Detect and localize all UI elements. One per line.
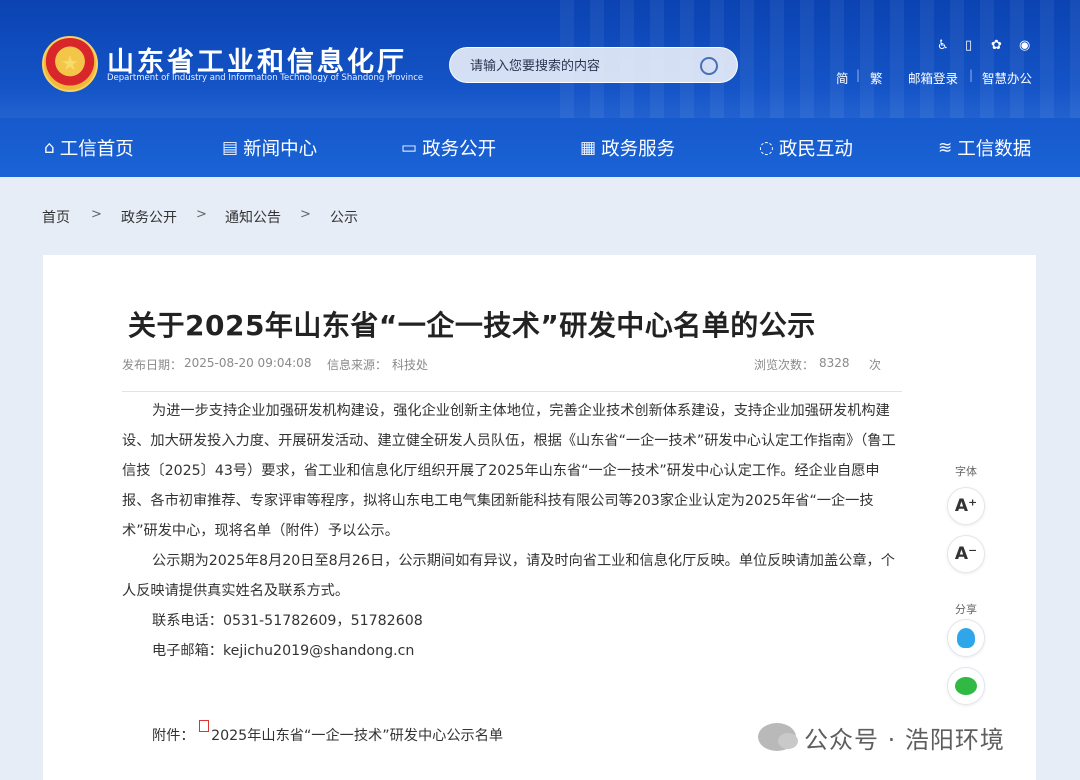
breadcrumb-chevron-icon: > <box>300 207 311 222</box>
main-nav: ⌂ 工信首页 ▤ 新闻中心 ▭ 政务公开 ▦ 政务服务 ◌ 政民互动 ≋ 工信数… <box>0 118 1080 177</box>
search-box[interactable] <box>449 47 738 83</box>
link-mail-login[interactable]: 邮箱登录 <box>908 68 958 87</box>
article-card: 关于2025年山东省“一企一技术”研发中心名单的公示 发布日期： 2025-08… <box>43 255 1036 780</box>
nav-item-label: 政务服务 <box>601 139 676 160</box>
views-unit: 次 <box>869 358 882 372</box>
nav-item-label: 新闻中心 <box>243 139 318 160</box>
wechat-share-icon <box>955 677 977 695</box>
nav-item-news[interactable]: ▤ 新闻中心 <box>222 135 317 161</box>
font-increase-button[interactable]: A⁺ <box>947 487 985 525</box>
mobile-icon[interactable]: ▯ <box>965 38 972 53</box>
nav-item-gov-service[interactable]: ▦ 政务服务 <box>580 135 675 161</box>
nav-item-label: 政务公开 <box>422 139 497 160</box>
article-paragraph: 公示期为2025年8月20日至8月26日，公示期间如有异议，请及时向省工业和信息… <box>122 553 895 599</box>
watermark-text: 公众号 · 浩阳环境 <box>804 725 1005 754</box>
weibo-icon[interactable]: ◉ <box>1019 38 1030 53</box>
meta-divider <box>122 391 902 392</box>
breadcrumb-chevron-icon: > <box>196 207 207 222</box>
link-separator: | <box>856 68 861 82</box>
link-simplified[interactable]: 简 <box>836 68 849 87</box>
publish-label: 发布日期： <box>122 358 183 372</box>
link-traditional[interactable]: 繁 <box>870 68 883 87</box>
article-body: 为进一步支持企业加强研发机构建设，强化企业创新主体地位，完善企业技术创新体系建设… <box>122 396 904 666</box>
source-value: 科技处 <box>392 358 429 372</box>
nav-item-label: 工信数据 <box>957 139 1032 160</box>
link-smart-office[interactable]: 智慧办公 <box>982 68 1032 87</box>
qq-icon <box>957 628 975 648</box>
nav-item-label: 政民互动 <box>778 139 853 160</box>
nav-item-home[interactable]: ⌂ 工信首页 <box>44 135 134 161</box>
national-emblem-icon[interactable]: ★ <box>42 36 98 92</box>
breadcrumb-home[interactable]: 首页 <box>42 207 70 227</box>
site-header: ★ 山东省工业和信息化厅 Department of Industry and … <box>0 0 1080 177</box>
wechat-icon[interactable]: ✿ <box>991 38 1002 53</box>
news-icon: ▤ <box>222 138 239 158</box>
nav-item-gov-open[interactable]: ▭ 政务公开 <box>401 135 496 161</box>
attachment-link[interactable]: 2025年山东省“一企一技术”研发中心公示名单 <box>211 728 503 744</box>
attachment-label: 附件： <box>152 728 195 744</box>
top-icons: ♿ ▯ ✿ ◉ <box>937 38 1037 56</box>
monitor-icon: ▭ <box>401 138 418 158</box>
contact-phone: 联系电话：0531-51782609，51782608 <box>152 613 423 629</box>
breadcrumb-gov-open[interactable]: 政务公开 <box>121 207 177 227</box>
attachment: 附件： 2025年山东省“一企一技术”研发中心公示名单 <box>152 720 503 745</box>
views-label: 浏览次数： <box>754 358 815 372</box>
chat-icon: ◌ <box>759 138 774 158</box>
wechat-watermark-icon <box>758 723 798 751</box>
service-icon: ▦ <box>580 138 597 158</box>
views-count: 8328 <box>819 356 850 370</box>
search-icon[interactable] <box>700 57 718 75</box>
search-input[interactable] <box>470 56 690 76</box>
share-qq-button[interactable] <box>947 619 985 657</box>
site-subtitle: Department of Industry and Information T… <box>107 73 424 83</box>
article-paragraph: 为进一步支持企业加强研发机构建设，强化企业创新主体地位，完善企业技术创新体系建设… <box>122 403 896 539</box>
breadcrumb-chevron-icon: > <box>91 207 102 222</box>
share-label: 分享 <box>955 603 977 616</box>
nav-item-interaction[interactable]: ◌ 政民互动 <box>759 135 853 161</box>
pdf-icon <box>199 720 210 732</box>
breadcrumb-current[interactable]: 公示 <box>330 207 358 227</box>
home-icon: ⌂ <box>44 138 55 158</box>
header-decoration-band <box>0 88 1080 118</box>
contact-email: 电子邮箱：kejichu2019@shandong.cn <box>152 643 415 659</box>
database-icon: ≋ <box>938 138 953 158</box>
nav-item-data[interactable]: ≋ 工信数据 <box>938 135 1031 161</box>
share-wechat-button[interactable] <box>947 667 985 705</box>
source-label: 信息来源： <box>327 358 388 372</box>
nav-item-label: 工信首页 <box>59 139 134 160</box>
watermark: 公众号 · 浩阳环境 <box>758 720 1005 754</box>
breadcrumb-notices[interactable]: 通知公告 <box>225 207 281 227</box>
accessibility-icon[interactable]: ♿ <box>937 38 949 53</box>
link-separator: | <box>969 68 974 82</box>
article-title: 关于2025年山东省“一企一技术”研发中心名单的公示 <box>128 309 816 342</box>
font-decrease-button[interactable]: A⁻ <box>947 535 985 573</box>
publish-date: 2025-08-20 09:04:08 <box>184 356 312 370</box>
font-size-label: 字体 <box>955 465 977 478</box>
